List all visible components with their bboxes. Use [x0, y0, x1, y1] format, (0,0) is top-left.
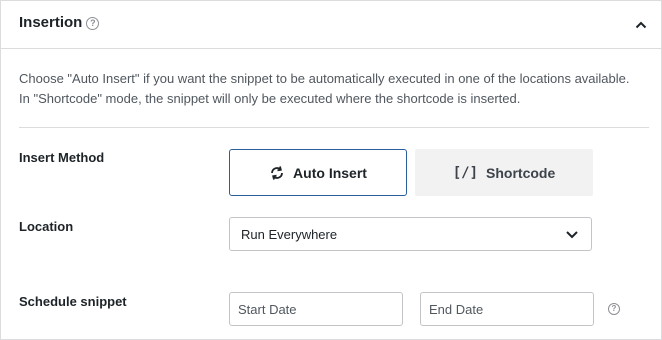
auto-insert-button[interactable]: Auto Insert	[229, 149, 407, 196]
schedule-help-icon[interactable]: ?	[608, 303, 620, 315]
location-select[interactable]: Run Everywhere	[229, 217, 592, 251]
collapse-button[interactable]	[631, 15, 651, 35]
divider	[19, 127, 649, 128]
shortcode-label: Shortcode	[486, 164, 556, 181]
insertion-description: Choose "Auto Insert" if you want the sni…	[19, 71, 630, 106]
schedule-label: Schedule snippet	[19, 294, 127, 309]
insert-method-label: Insert Method	[19, 150, 105, 165]
shortcode-icon: [/]	[452, 164, 479, 181]
panel-title: Insertion?	[19, 14, 100, 31]
question-circle-icon[interactable]: ?	[86, 17, 100, 30]
sync-icon	[271, 165, 283, 180]
shortcode-button[interactable]: [/] Shortcode	[415, 149, 593, 196]
start-date-input[interactable]	[229, 292, 403, 326]
auto-insert-label: Auto Insert	[293, 164, 367, 181]
chevron-down-icon	[566, 231, 578, 239]
insertion-panel: Insertion? Choose "Auto Insert" if you w…	[0, 0, 662, 340]
end-date-input[interactable]	[420, 292, 594, 326]
panel-header[interactable]: Insertion?	[1, 1, 661, 49]
location-label: Location	[19, 219, 74, 234]
chevron-up-icon	[635, 21, 647, 29]
location-selected-value: Run Everywhere	[241, 226, 338, 242]
panel-title-text: Insertion	[19, 14, 83, 31]
